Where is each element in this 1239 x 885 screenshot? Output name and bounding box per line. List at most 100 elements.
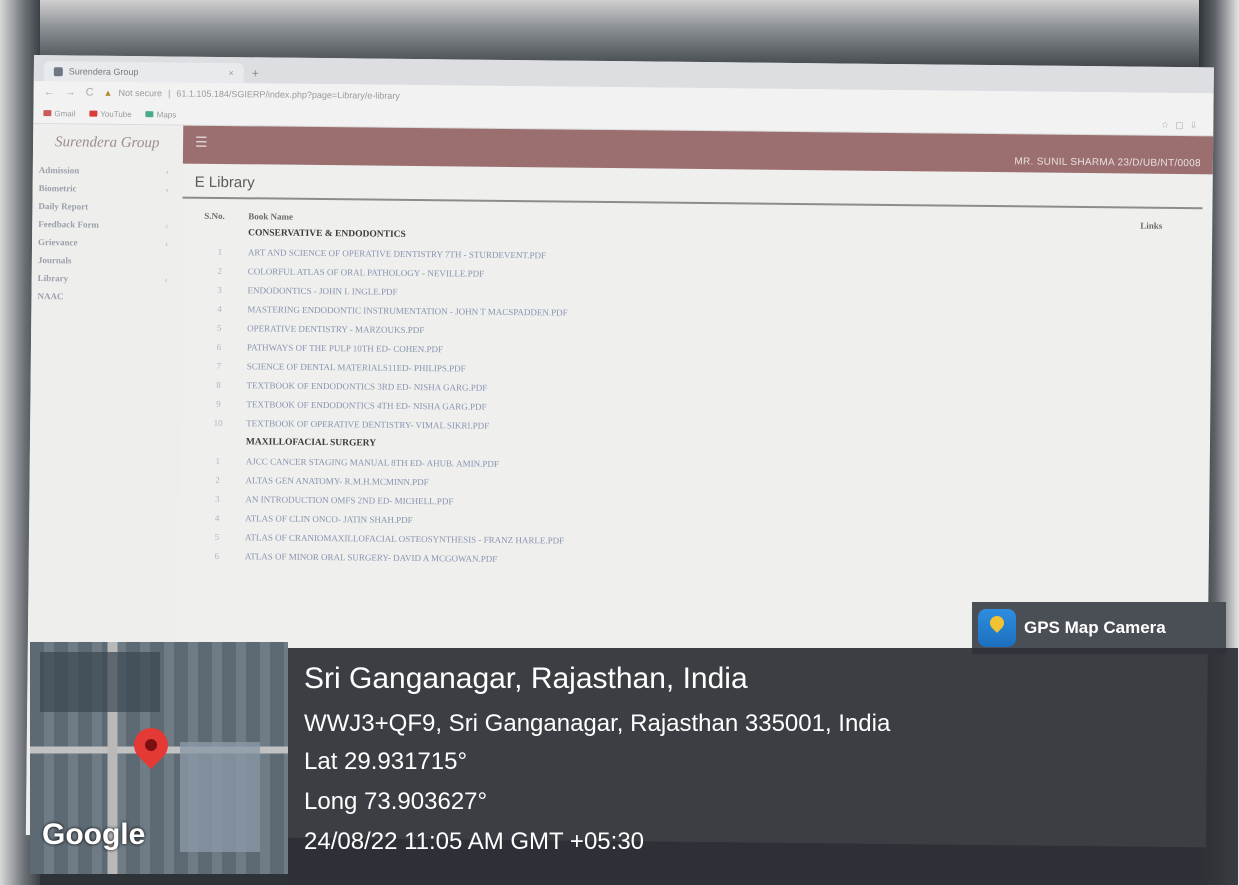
cell-links	[1081, 346, 1167, 366]
location-datetime: 24/08/22 11:05 AM GMT +05:30	[304, 828, 645, 855]
sidebar-item-naac[interactable]: NAAC	[31, 287, 181, 307]
cell-sn: 3	[215, 493, 220, 504]
cell-sn: 7	[216, 360, 222, 371]
cell-sn: 3	[217, 284, 222, 295]
cell-sn: 6	[214, 550, 220, 561]
sidebar-item-label: Admission	[38, 165, 80, 176]
gps-camera-badge: GPS Map Camera	[972, 602, 1226, 654]
cell-sn: 4	[217, 303, 222, 314]
bookmark-label: Maps	[156, 109, 177, 119]
cell-links	[1080, 441, 1166, 461]
cell-sn	[196, 432, 240, 451]
col-header-sn: S.No.	[204, 210, 225, 222]
gmail-icon	[43, 110, 52, 117]
bookmark-label: Gmail	[54, 108, 76, 118]
sidebar-item-label: Biometric	[38, 183, 77, 194]
cell-links	[1080, 403, 1166, 423]
cell-sn: 4	[214, 512, 220, 523]
youtube-icon	[89, 110, 98, 118]
cell-sn: 8	[216, 379, 221, 390]
forward-icon[interactable]: →	[65, 86, 76, 98]
sidebar-item-label: Journals	[37, 255, 72, 266]
cell-links	[1082, 251, 1168, 271]
chevron-icon: ‹	[165, 184, 169, 195]
table-body: CONSERVATIVE & ENDODONTICS 1 ART AND SCIEN…	[195, 223, 1169, 575]
user-info[interactable]: MR. SUNIL SHARMA 23/D/UB/NT/0008	[1014, 156, 1201, 169]
cell-links	[1081, 308, 1167, 328]
cell-links	[1079, 479, 1165, 499]
cell-links	[1082, 270, 1168, 290]
location-longitude: Long 73.903627°	[304, 788, 488, 815]
gps-info-overlay: Sri Ganganagar, Rajasthan, India WWJ3+QF…	[288, 648, 1238, 885]
sidebar-item-label: Library	[37, 273, 69, 284]
cell-links	[1081, 365, 1167, 385]
cell-links	[1081, 327, 1167, 347]
chevron-icon: ‹	[165, 166, 169, 177]
brand-logo[interactable]: Surendera Group	[33, 128, 183, 163]
sidebar-item-label: Feedback Form	[38, 219, 100, 230]
cell-links	[1079, 498, 1165, 518]
sidebar-item-library[interactable]: Library ‹	[32, 269, 182, 289]
cell-links	[1082, 232, 1168, 252]
new-tab-button[interactable]: +	[252, 66, 259, 80]
chevron-icon: ‹	[165, 220, 169, 231]
cell-links	[1081, 289, 1167, 309]
col-header-links: Links	[1140, 220, 1163, 231]
favicon-icon	[53, 66, 63, 76]
sidebar-item-label: Grievance	[37, 237, 78, 248]
cell-sn: 10	[213, 417, 223, 428]
gps-camera-label: GPS Map Camera	[1024, 618, 1166, 637]
menu-toggle-icon[interactable]: ☰	[195, 134, 208, 151]
chevron-icon: ‹	[164, 274, 168, 285]
cell-sn: 1	[217, 246, 223, 257]
browser-action-icons[interactable]: ☆▢⇩	[1161, 119, 1203, 130]
location-address: WWJ3+QF9, Sri Ganganagar, Rajasthan 3350…	[304, 710, 891, 737]
cell-links	[1079, 536, 1165, 556]
tab-close-icon[interactable]: ×	[229, 68, 234, 78]
bookmark-gmail[interactable]: Gmail	[43, 109, 75, 118]
security-label: Not secure	[118, 87, 163, 99]
location-place: Sri Ganganagar, Rajasthan, India	[304, 662, 748, 695]
cell-sn: 2	[215, 474, 220, 485]
map-pin-icon	[126, 720, 176, 770]
sidebar-item-feedback-form[interactable]: Feedback Form ‹	[32, 215, 182, 235]
sidebar-item-label: Daily Report	[38, 201, 89, 212]
sidebar-item-label: NAAC	[37, 291, 64, 302]
sidebar-item-daily-report[interactable]: Daily Report	[32, 197, 182, 217]
gps-camera-icon	[978, 609, 1016, 647]
sidebar-item-admission[interactable]: Admission ‹	[33, 161, 183, 181]
reload-icon[interactable]: C	[86, 87, 94, 99]
cell-sn: 1	[215, 455, 221, 466]
sidebar-item-journals[interactable]: Journals	[32, 251, 182, 271]
maps-icon	[145, 111, 154, 118]
map-building	[40, 652, 160, 712]
url-text: 61.1.105.184/SGIERP/index.php?page=Libra…	[176, 88, 400, 101]
bookmark-maps[interactable]: Maps	[145, 109, 177, 119]
browser-tab[interactable]: Surendera Group ×	[43, 61, 244, 84]
cell-sn: 5	[216, 322, 222, 333]
back-icon[interactable]: ←	[44, 86, 55, 98]
map-building	[180, 742, 260, 852]
cell-links	[1080, 384, 1166, 404]
url-separator: |	[167, 88, 171, 99]
bookmark-youtube[interactable]: YouTube	[89, 109, 132, 119]
bookmark-label: YouTube	[100, 109, 132, 119]
cell-links	[1080, 422, 1166, 442]
warning-icon[interactable]: ▲	[104, 88, 113, 98]
cell-sn: 5	[214, 531, 220, 542]
cell-links	[1080, 460, 1166, 480]
cell-sn: 6	[216, 341, 222, 352]
cell-sn: 2	[217, 265, 223, 276]
location-latitude: Lat 29.931715°	[304, 748, 468, 775]
sidebar-item-grievance[interactable]: Grievance ‹	[32, 233, 182, 253]
books-table: S.No. Book Name Links CONSERVATIVE & END…	[195, 209, 1169, 575]
google-logo: Google	[42, 818, 146, 851]
sidebar-item-biometric[interactable]: Biometric ‹	[33, 179, 183, 199]
chevron-icon: ‹	[164, 238, 169, 249]
cell-links	[1079, 517, 1165, 537]
cell-links	[1079, 555, 1165, 575]
cell-sn: 9	[216, 398, 221, 409]
tab-title: Surendera Group	[68, 66, 139, 78]
map-thumbnail: Google	[30, 642, 288, 874]
cell-sn	[198, 223, 242, 242]
